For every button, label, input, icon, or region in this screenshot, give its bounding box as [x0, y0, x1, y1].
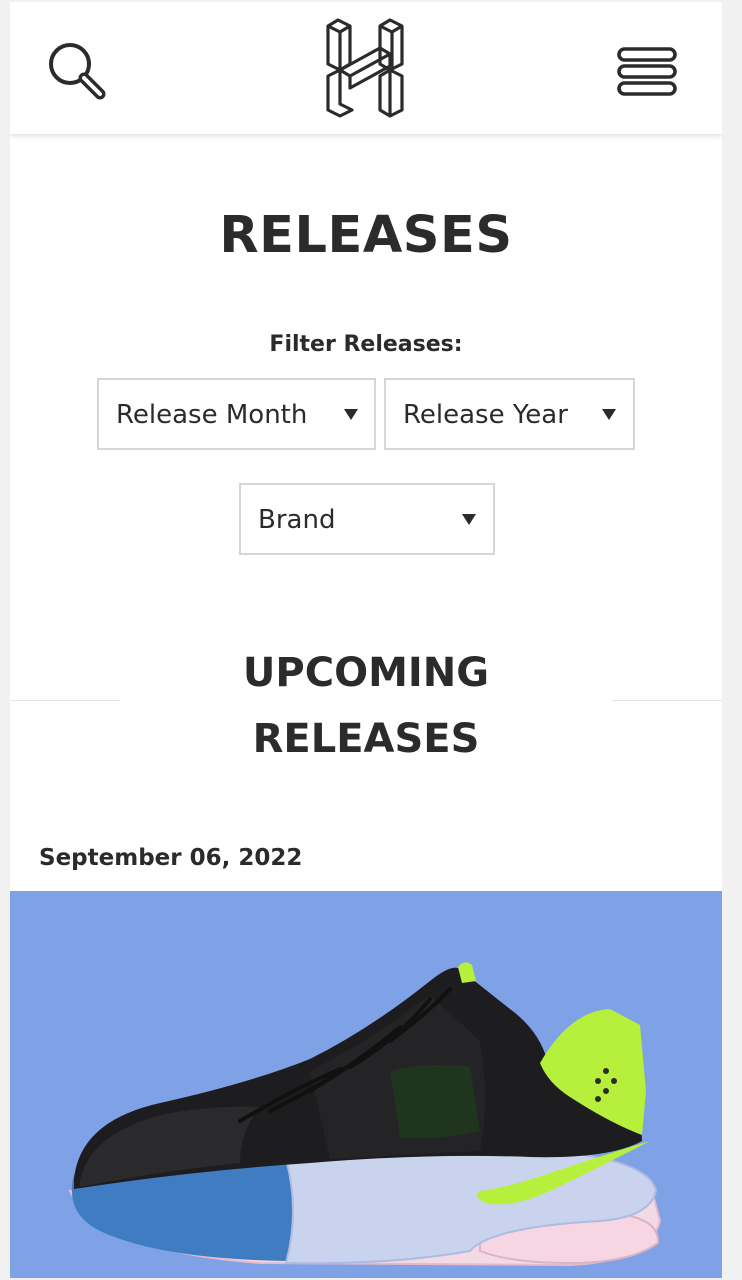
chevron-down-icon: [344, 409, 358, 420]
search-icon: [49, 43, 106, 100]
release-month-select-value: Release Month: [116, 400, 308, 430]
upcoming-heading-line2: RELEASES: [252, 716, 480, 762]
menu-button[interactable]: [616, 44, 678, 100]
release-month-select[interactable]: Release Month: [97, 378, 376, 450]
section-divider-left: [10, 700, 120, 701]
page-container: RELEASES Filter Releases: Release Month …: [10, 2, 722, 1278]
release-card-image[interactable]: [10, 891, 722, 1278]
search-button[interactable]: [44, 38, 108, 102]
release-year-select-value: Release Year: [403, 400, 568, 430]
release-year-select[interactable]: Release Year: [384, 378, 635, 450]
upcoming-heading-line1: UPCOMING: [242, 650, 490, 696]
brand-select[interactable]: Brand: [239, 483, 495, 555]
page-title: RELEASES: [219, 206, 513, 265]
site-header: [10, 2, 722, 134]
release-date: September 06, 2022: [39, 845, 303, 871]
filter-label: Filter Releases:: [269, 332, 463, 357]
sneaker-image: [10, 891, 722, 1278]
section-divider-right: [612, 700, 722, 701]
chevron-down-icon: [602, 409, 616, 420]
hypebeast-h-logo-icon: [326, 18, 404, 118]
brand-select-value: Brand: [258, 505, 336, 535]
upcoming-releases-heading: UPCOMING RELEASES: [120, 640, 612, 772]
chevron-down-icon: [462, 514, 476, 525]
hamburger-menu-icon: [617, 47, 677, 96]
site-logo[interactable]: [324, 18, 406, 118]
